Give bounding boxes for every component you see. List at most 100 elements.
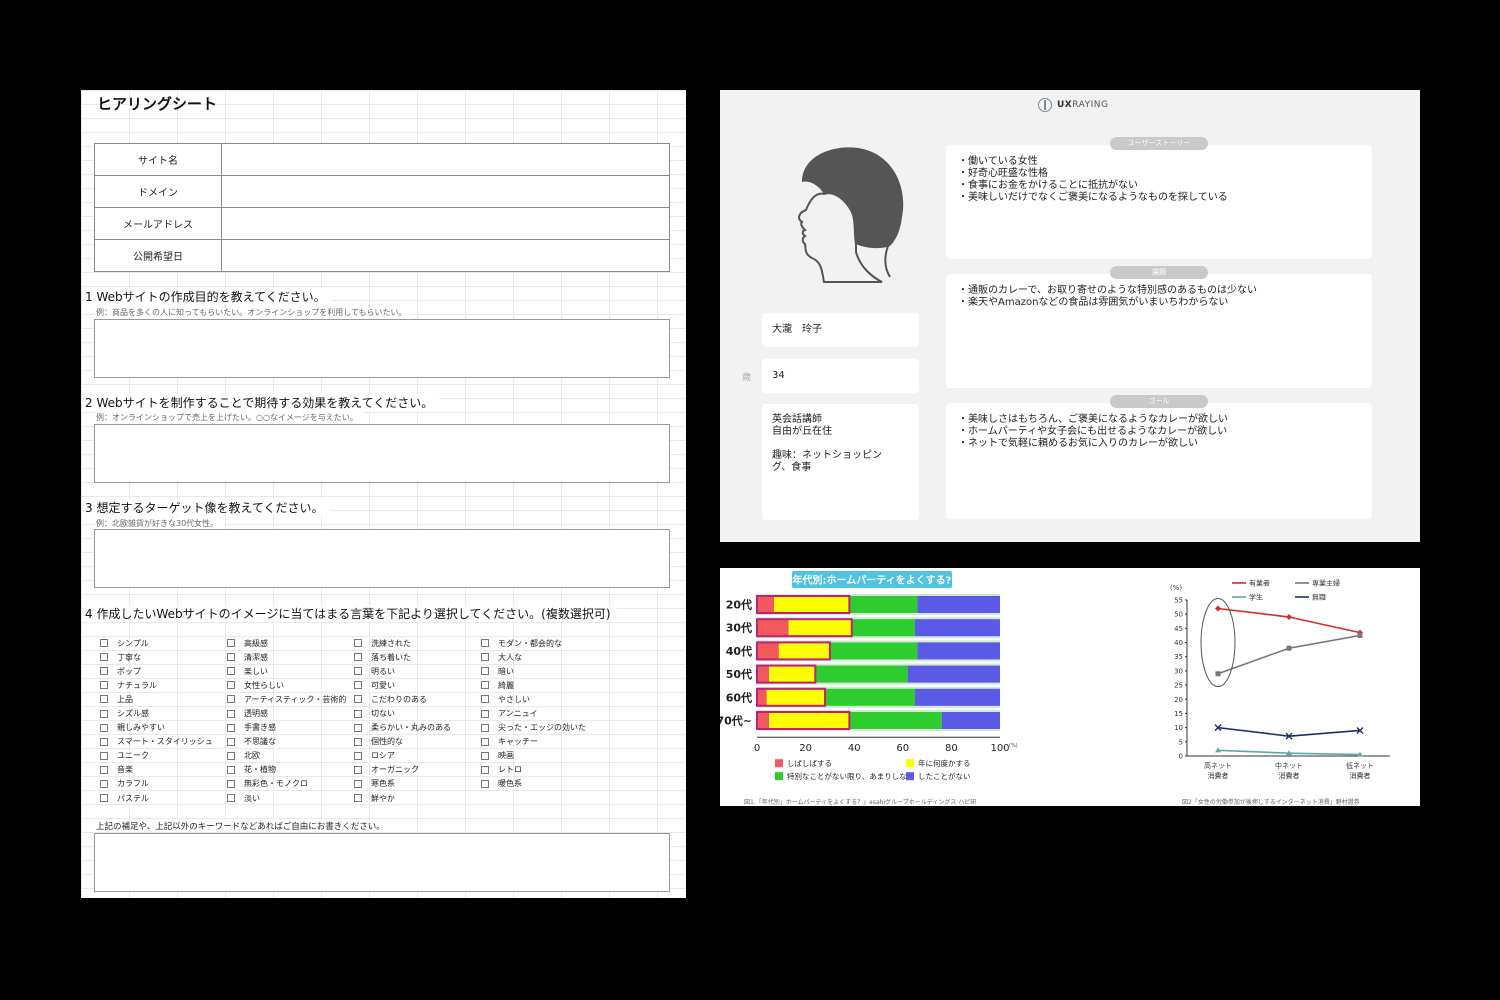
checkbox-icon[interactable] [354, 765, 362, 774]
checkbox-icon[interactable] [227, 653, 235, 662]
keyword-checkbox[interactable]: オーガニック [354, 763, 481, 777]
checkbox-icon[interactable] [227, 709, 235, 718]
checkbox-icon[interactable] [227, 695, 235, 704]
checkbox-icon[interactable] [354, 779, 362, 788]
keyword-checkbox[interactable]: 無彩色・モノクロ [227, 777, 354, 791]
site-name-field[interactable] [221, 143, 670, 176]
keyword-checkbox[interactable]: 手書き感 [227, 721, 354, 735]
checkbox-icon[interactable] [227, 779, 235, 788]
keyword-checkbox[interactable]: 鮮やか [354, 791, 481, 805]
checkbox-icon[interactable] [100, 709, 108, 718]
checkbox-icon[interactable] [100, 681, 108, 690]
keyword-checkbox[interactable]: 丁寧な [100, 650, 227, 664]
keyword-checkbox[interactable]: アーティスティック・芸術的 [227, 692, 354, 706]
keyword-checkbox[interactable]: 明るい [354, 664, 481, 678]
remarks-answer[interactable] [94, 833, 670, 892]
keyword-checkbox[interactable]: カラフル [100, 777, 227, 791]
keyword-checkbox[interactable]: 落ち着いた [354, 650, 481, 664]
checkbox-icon[interactable] [227, 681, 235, 690]
checkbox-icon[interactable] [227, 751, 235, 760]
keyword-checkbox[interactable]: 北欧 [227, 749, 354, 763]
checkbox-icon[interactable] [100, 779, 108, 788]
keyword-checkbox[interactable]: ユニーク [100, 749, 227, 763]
question-2-answer[interactable] [94, 424, 670, 483]
keyword-checkbox[interactable]: 不思議な [227, 735, 354, 749]
checkbox-icon[interactable] [354, 709, 362, 718]
checkbox-icon[interactable] [481, 765, 489, 774]
keyword-checkbox[interactable]: 音楽 [100, 763, 227, 777]
checkbox-icon[interactable] [100, 794, 108, 803]
keyword-checkbox[interactable]: ポップ [100, 664, 227, 678]
keyword-checkbox[interactable]: 楽しい [227, 664, 354, 678]
keyword-checkbox[interactable]: 上品 [100, 692, 227, 706]
keyword-checkbox[interactable]: 切ない [354, 706, 481, 720]
checkbox-icon[interactable] [354, 667, 362, 676]
checkbox-icon[interactable] [227, 667, 235, 676]
keyword-checkbox[interactable]: 個性的な [354, 735, 481, 749]
keyword-checkbox[interactable]: パステル [100, 791, 227, 805]
checkbox-icon[interactable] [354, 794, 362, 803]
keyword-checkbox[interactable]: 透明感 [227, 706, 354, 720]
keyword-checkbox[interactable]: シンプル [100, 636, 227, 650]
checkbox-icon[interactable] [227, 794, 235, 803]
checkbox-icon[interactable] [100, 723, 108, 732]
keyword-checkbox[interactable]: ロシア [354, 749, 481, 763]
keyword-checkbox[interactable]: 洗練された [354, 636, 481, 650]
checkbox-icon[interactable] [100, 765, 108, 774]
question-3-answer[interactable] [94, 529, 670, 588]
keyword-checkbox[interactable]: 淡い [227, 791, 354, 805]
checkbox-icon[interactable] [100, 667, 108, 676]
checkbox-icon[interactable] [481, 779, 489, 788]
checkbox-icon[interactable] [100, 695, 108, 704]
keyword-checkbox[interactable]: ナチュラル [100, 678, 227, 692]
checkbox-icon[interactable] [354, 639, 362, 648]
keyword-checkbox[interactable]: 綺麗 [481, 678, 608, 692]
keyword-checkbox[interactable]: 花・植物 [227, 763, 354, 777]
checkbox-icon[interactable] [100, 737, 108, 746]
keyword-checkbox[interactable]: スマート・スタイリッシュ [100, 735, 227, 749]
keyword-checkbox[interactable]: 暖色系 [481, 777, 608, 791]
keyword-checkbox[interactable]: 柔らかい・丸みのある [354, 721, 481, 735]
keyword-checkbox[interactable]: 可愛い [354, 678, 481, 692]
checkbox-icon[interactable] [227, 737, 235, 746]
email-field[interactable] [221, 207, 670, 240]
checkbox-icon[interactable] [481, 653, 489, 662]
checkbox-icon[interactable] [481, 681, 489, 690]
checkbox-icon[interactable] [227, 765, 235, 774]
keyword-checkbox[interactable]: 清潔感 [227, 650, 354, 664]
keyword-checkbox[interactable]: 暗い [481, 664, 608, 678]
keyword-checkbox[interactable]: キャッチー [481, 735, 608, 749]
checkbox-icon[interactable] [481, 737, 489, 746]
checkbox-icon[interactable] [100, 639, 108, 648]
checkbox-icon[interactable] [227, 639, 235, 648]
keyword-checkbox[interactable]: 高級感 [227, 636, 354, 650]
keyword-checkbox[interactable]: 寒色系 [354, 777, 481, 791]
domain-field[interactable] [221, 175, 670, 208]
checkbox-icon[interactable] [481, 695, 489, 704]
checkbox-icon[interactable] [481, 667, 489, 676]
checkbox-icon[interactable] [100, 751, 108, 760]
checkbox-icon[interactable] [481, 709, 489, 718]
question-1-answer[interactable] [94, 319, 670, 378]
checkbox-icon[interactable] [354, 737, 362, 746]
checkbox-icon[interactable] [481, 723, 489, 732]
checkbox-icon[interactable] [354, 653, 362, 662]
keyword-checkbox[interactable]: やさしい [481, 692, 608, 706]
release-date-field[interactable] [221, 239, 670, 272]
checkbox-icon[interactable] [481, 639, 489, 648]
keyword-checkbox[interactable]: アンニュイ [481, 706, 608, 720]
checkbox-icon[interactable] [354, 751, 362, 760]
checkbox-icon[interactable] [481, 751, 489, 760]
keyword-checkbox[interactable]: レトロ [481, 763, 608, 777]
checkbox-icon[interactable] [354, 695, 362, 704]
checkbox-icon[interactable] [100, 653, 108, 662]
keyword-checkbox[interactable]: 大人な [481, 650, 608, 664]
keyword-checkbox[interactable]: モダン・都会的な [481, 636, 608, 650]
keyword-checkbox[interactable]: 女性らしい [227, 678, 354, 692]
checkbox-icon[interactable] [354, 681, 362, 690]
checkbox-icon[interactable] [227, 723, 235, 732]
keyword-checkbox[interactable]: 尖った・エッジの効いた [481, 721, 608, 735]
keyword-checkbox[interactable]: シズル感 [100, 706, 227, 720]
checkbox-icon[interactable] [354, 723, 362, 732]
keyword-checkbox[interactable]: 映画 [481, 749, 608, 763]
